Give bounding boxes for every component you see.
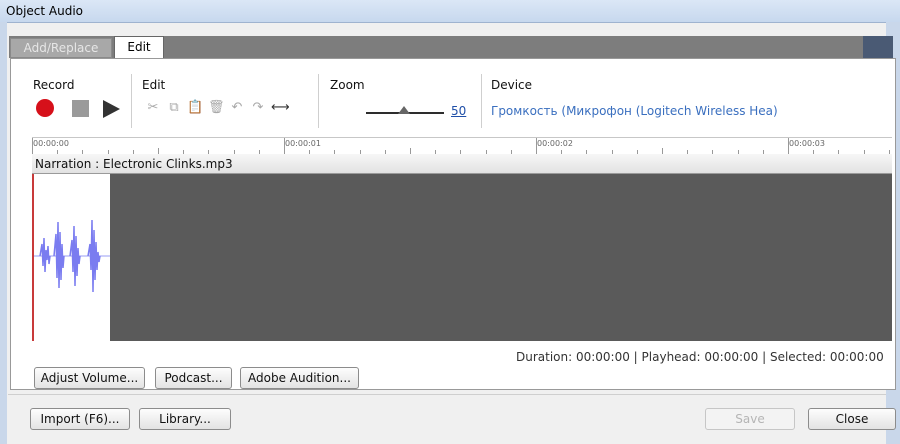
track-header[interactable]: Narration : Electronic Clinks.mp3 <box>32 154 892 174</box>
save-button[interactable]: Save <box>705 408 795 430</box>
play-icon[interactable] <box>103 100 120 118</box>
object-audio-window: Object Audio Add/Replace Edit Record Edi… <box>0 0 900 444</box>
library-button[interactable]: Library... <box>139 408 231 430</box>
separator <box>131 74 132 128</box>
adjust-volume-button[interactable]: Adjust Volume... <box>34 367 145 389</box>
record-icon[interactable] <box>36 99 54 117</box>
edit-group-label: Edit <box>142 78 166 92</box>
status-readout: Duration: 00:00:00 | Playhead: 00:00:00 … <box>516 350 884 364</box>
zoom-group-label: Zoom <box>330 78 365 92</box>
zoom-slider-thumb[interactable] <box>398 106 410 114</box>
podcast-button[interactable]: Podcast... <box>155 367 232 389</box>
trash-icon[interactable]: 🗑 <box>208 100 225 116</box>
tab-edit[interactable]: Edit <box>114 36 164 58</box>
paste-icon[interactable]: 📋 <box>187 100 203 116</box>
separator <box>481 74 482 128</box>
redo-icon[interactable]: ↷ <box>250 100 266 116</box>
ruler-tick-label: 00:00:03 <box>789 139 825 148</box>
window-title: Object Audio <box>6 4 84 18</box>
device-selector[interactable]: Громкость (Микрофон (Logitech Wireless H… <box>491 104 778 118</box>
adobe-audition-button[interactable]: Adobe Audition... <box>240 367 359 389</box>
waveform-area[interactable] <box>32 174 892 341</box>
zoom-value-link[interactable]: 50 <box>451 104 466 118</box>
record-group-label: Record <box>33 78 75 92</box>
ruler-tick-label: 00:00:01 <box>285 139 321 148</box>
ruler-tick-label: 00:00:02 <box>537 139 573 148</box>
separator <box>318 74 319 128</box>
window-frame-left <box>0 22 7 444</box>
track-name: Narration : Electronic Clinks.mp3 <box>35 157 233 171</box>
close-button[interactable]: Close <box>808 408 896 430</box>
timeline-ruler[interactable]: 00:00:00 00:00:01 00:00:02 00:00:03 <box>32 137 892 155</box>
stop-icon[interactable] <box>72 100 89 117</box>
copy-icon[interactable]: ⧉ <box>166 100 182 116</box>
divider <box>8 394 886 395</box>
undo-icon[interactable]: ↶ <box>229 100 245 116</box>
fit-width-icon[interactable]: ⟷ <box>271 100 290 116</box>
device-group-label: Device <box>491 78 533 92</box>
scissors-icon[interactable]: ✂ <box>145 100 161 116</box>
waveform-icon <box>34 219 110 293</box>
audio-clip[interactable] <box>32 174 110 341</box>
import-button[interactable]: Import (F6)... <box>30 408 130 430</box>
ruler-tick-label: 00:00:00 <box>33 139 69 148</box>
tab-add-replace[interactable]: Add/Replace <box>10 38 112 58</box>
title-bar: Object Audio <box>0 0 900 23</box>
